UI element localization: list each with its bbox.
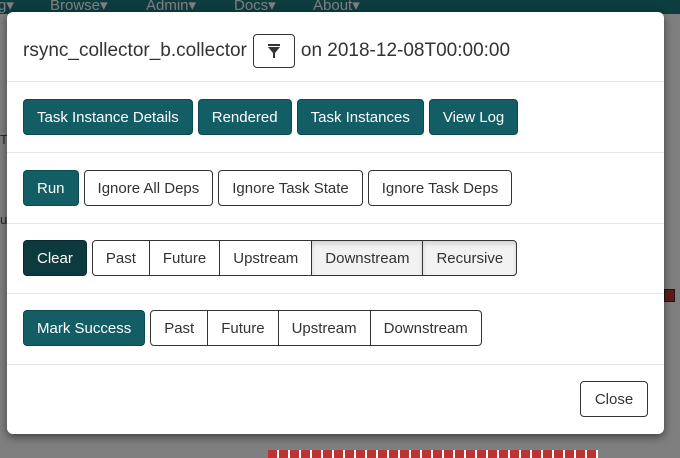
close-button[interactable]: Close [580, 381, 648, 417]
filter-upstream-button[interactable] [252, 34, 295, 68]
modal-title: rsync_collector_b.collector on 2018-12-0… [23, 34, 510, 68]
mark-upstream-toggle[interactable]: Upstream [277, 310, 371, 346]
task-action-modal: rsync_collector_b.collector on 2018-12-0… [7, 12, 664, 434]
execution-date: on 2018-12-08T00:00:00 [300, 40, 511, 61]
clear-downstream-toggle[interactable]: Downstream [311, 240, 424, 276]
clear-options-group: Past Future Upstream Downstream Recursiv… [91, 240, 518, 276]
clear-recursive-toggle[interactable]: Recursive [422, 240, 518, 276]
view-log-button[interactable]: View Log [428, 99, 519, 135]
run-section: Run Ignore All Deps Ignore Task State Ig… [7, 153, 664, 224]
run-button[interactable]: Run [23, 170, 79, 206]
clear-section: Clear Past Future Upstream Downstream Re… [7, 224, 664, 294]
ignore-all-deps-toggle[interactable]: Ignore All Deps [83, 170, 214, 206]
mark-success-options-group: Past Future Upstream Downstream [150, 310, 482, 346]
mark-success-section: Mark Success Past Future Upstream Downst… [7, 294, 664, 365]
filter-icon [267, 44, 280, 58]
mark-future-toggle[interactable]: Future [207, 310, 279, 346]
ignore-task-state-toggle[interactable]: Ignore Task State [218, 170, 363, 206]
modal-header: rsync_collector_b.collector on 2018-12-0… [7, 12, 664, 82]
rendered-button[interactable]: Rendered [197, 99, 292, 135]
mark-success-button[interactable]: Mark Success [23, 310, 146, 346]
task-instance-details-button[interactable]: Task Instance Details [23, 99, 193, 135]
clear-past-toggle[interactable]: Past [91, 240, 150, 276]
clear-upstream-toggle[interactable]: Upstream [219, 240, 313, 276]
background-task-grid [268, 450, 598, 458]
mark-downstream-toggle[interactable]: Downstream [369, 310, 482, 346]
ignore-task-deps-toggle[interactable]: Ignore Task Deps [367, 170, 513, 206]
clear-button[interactable]: Clear [23, 240, 87, 276]
task-id: rsync_collector_b.collector [23, 40, 247, 61]
mark-past-toggle[interactable]: Past [150, 310, 209, 346]
clear-future-toggle[interactable]: Future [148, 240, 221, 276]
nav-buttons-section: Task Instance Details Rendered Task Inst… [7, 82, 664, 153]
task-instances-button[interactable]: Task Instances [296, 99, 424, 135]
